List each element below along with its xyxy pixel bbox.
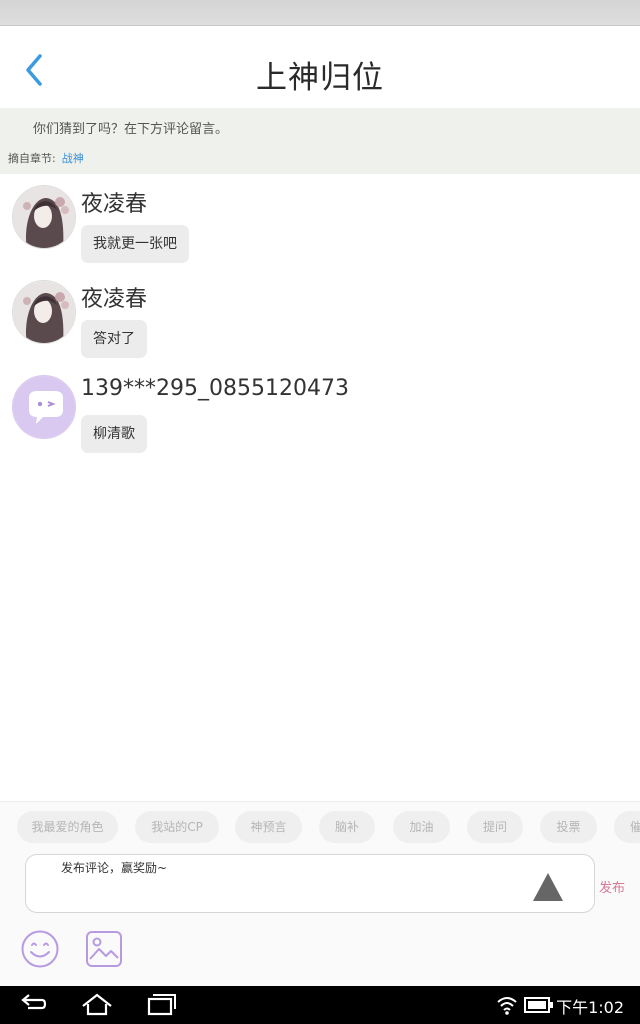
tag-chip[interactable]: 我最爱的角色	[17, 811, 118, 843]
tag-chip[interactable]: 加油	[393, 811, 450, 843]
chapter-quote: 你们猜到了吗？在下方评论留言。 摘自章节: 战神	[0, 108, 640, 174]
comment-box	[25, 854, 595, 913]
system-nav-bar: 下午1:02	[0, 986, 640, 1024]
comment-item: 夜凌春 我就更一张吧	[0, 178, 640, 273]
wifi-icon	[497, 997, 517, 1015]
chapter-link[interactable]: 战神	[62, 152, 84, 165]
tag-chip[interactable]: 投票	[540, 811, 597, 843]
quick-tag-bar: 我最爱的角色 我站的CP 神预言 脑补 加油 提问 投票 催更	[0, 801, 640, 851]
comment-username[interactable]: 夜凌春	[81, 281, 147, 313]
comment-username[interactable]: 139***295_0855120473	[81, 376, 349, 401]
chapter-label: 摘自章节:	[8, 152, 56, 165]
tag-chip[interactable]: 脑补	[319, 811, 375, 843]
user-avatar-icon	[13, 281, 75, 343]
home-icon[interactable]	[80, 991, 114, 1019]
tag-chip[interactable]: 神预言	[235, 811, 302, 843]
page-title: 上神归位	[256, 60, 384, 96]
recent-apps-icon[interactable]	[145, 991, 177, 1019]
comment-bubble[interactable]: 我就更一张吧	[81, 225, 189, 263]
avatar[interactable]	[12, 185, 76, 249]
comment-list: 夜凌春 我就更一张吧 夜凌春 答对了 139***295_0855120473 …	[0, 178, 640, 463]
comment-username[interactable]: 夜凌春	[81, 186, 147, 218]
image-icon[interactable]	[85, 930, 123, 968]
clock: 下午1:02	[556, 998, 624, 1017]
send-triangle-icon[interactable]	[532, 872, 564, 902]
chapter-source: 摘自章节: 战神	[8, 150, 84, 166]
comment-bubble[interactable]: 答对了	[81, 320, 147, 358]
publish-button[interactable]: 发布	[599, 877, 625, 896]
tag-chip[interactable]: 提问	[467, 811, 523, 843]
chat-bubble-avatar-icon	[13, 376, 75, 438]
comment-page: 上神归位 你们猜到了吗？在下方评论留言。 摘自章节: 战神 夜凌春 我就更一张吧	[0, 0, 640, 1024]
battery-icon	[524, 997, 553, 1013]
back-icon[interactable]	[18, 991, 48, 1019]
tag-chip[interactable]: 催更	[614, 811, 640, 843]
comment-compose: 发布	[0, 851, 640, 986]
comment-item: 139***295_0855120473 柳清歌	[0, 368, 640, 463]
comment-input[interactable]	[61, 861, 501, 875]
status-bar	[0, 0, 640, 26]
quote-text: 你们猜到了吗？在下方评论留言。	[33, 122, 229, 137]
avatar[interactable]	[12, 375, 76, 439]
header: 上神归位	[0, 26, 640, 108]
tag-chip[interactable]: 我站的CP	[135, 811, 219, 843]
user-avatar-icon	[13, 186, 75, 248]
avatar[interactable]	[12, 280, 76, 344]
comment-bubble[interactable]: 柳清歌	[81, 415, 147, 453]
emoji-icon[interactable]	[20, 929, 60, 969]
comment-item: 夜凌春 答对了	[0, 273, 640, 368]
